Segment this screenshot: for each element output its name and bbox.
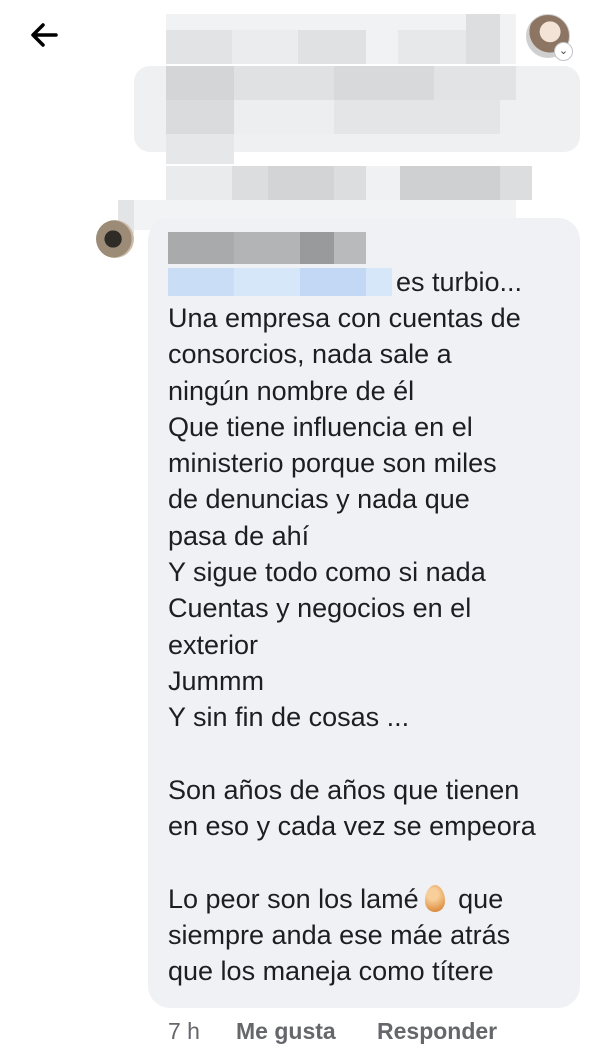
commenter-avatar[interactable] (96, 220, 134, 258)
reply-button[interactable]: Responder (377, 1018, 497, 1045)
comment-text: Una empresa con cuentas de consorcios, n… (168, 300, 570, 990)
redacted-mention (168, 268, 392, 296)
arrow-left-icon (31, 23, 58, 47)
comment-actions: 7 h Me gusta Responder (168, 1018, 497, 1045)
egg-emoji (424, 884, 445, 912)
back-button[interactable] (24, 14, 68, 58)
comment-text-part1: Una empresa con cuentas de consorcios, n… (168, 303, 536, 914)
comment-first-line: es turbio... (396, 267, 523, 297)
like-button[interactable]: Me gusta (236, 1018, 377, 1045)
comment-timestamp: 7 h (168, 1018, 200, 1044)
profile-avatar[interactable]: ⌄ (526, 14, 573, 61)
chevron-down-icon: ⌄ (554, 42, 573, 61)
